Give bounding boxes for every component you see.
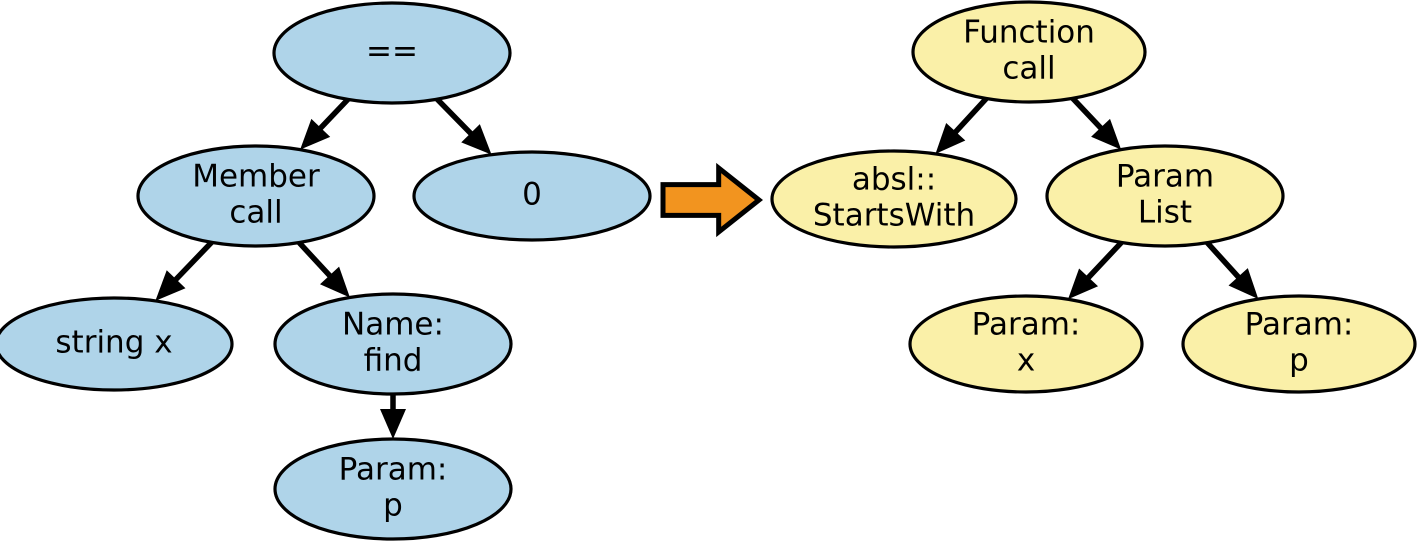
node-label-zero: 0 — [522, 177, 542, 213]
nodes-layer: ==Membercall 0string x Name:findParam:pFun… — [0, 0, 1417, 541]
transform-arrow-layer — [660, 162, 764, 238]
node-label-member: call — [229, 195, 282, 231]
node-label-namefind: find — [364, 343, 423, 379]
node-stringx[interactable]: string x — [0, 296, 234, 392]
node-label-eq: == — [366, 34, 418, 70]
node-namefind[interactable]: Name:find — [273, 292, 513, 396]
edge-line-paramlist-to-paramp2 — [1205, 240, 1243, 282]
node-label-stringx: string x — [55, 325, 172, 361]
edge-line-member-to-namefind — [297, 240, 335, 281]
node-label-paramp: p — [383, 488, 403, 524]
edge-line-member-to-stringx — [171, 240, 214, 285]
node-paramp2[interactable]: Param:p — [1181, 294, 1417, 394]
edge-line-funccall-to-paramlist — [1070, 96, 1106, 133]
diagram-canvas: ==Membercall 0string x Name:findParam:pFun… — [0, 0, 1417, 541]
node-label-paramx: Param: — [972, 307, 1081, 343]
edges-layer — [155, 96, 1259, 439]
node-label-paramp2: p — [1289, 343, 1309, 379]
transform-arrow-icon — [660, 162, 764, 238]
edge-line-eq-to-zero — [435, 97, 476, 139]
node-funccall[interactable]: Functioncall — [911, 0, 1147, 104]
node-member[interactable]: Membercall — [136, 144, 376, 248]
node-absl[interactable]: absl::StartsWith — [770, 149, 1018, 249]
node-paramx[interactable]: Param:x — [908, 294, 1144, 394]
node-label-member: Member — [192, 159, 320, 195]
node-eq[interactable]: == — [272, 1, 512, 105]
node-label-funccall: Function — [963, 15, 1095, 51]
node-paramp[interactable]: Param:p — [273, 437, 513, 541]
edge-line-paramlist-to-paramx — [1083, 240, 1124, 283]
edge-line-eq-to-member — [316, 97, 350, 133]
ast-transformation-diagram: == Member call 0 string x Name: find Param: p Fun… — [0, 0, 1420, 543]
node-label-paramlist: Param — [1116, 159, 1214, 195]
node-paramlist[interactable]: ParamList — [1045, 144, 1285, 248]
node-zero[interactable]: 0 — [412, 150, 652, 242]
node-label-namefind: Name: — [342, 307, 444, 343]
edge-arrowhead-namefind-to-paramp — [380, 409, 406, 439]
node-label-absl: StartsWith — [813, 198, 975, 234]
node-label-paramx: x — [1017, 343, 1035, 379]
node-label-paramp2: Param: — [1245, 307, 1354, 343]
node-label-paramp: Param: — [339, 452, 448, 488]
edge-line-funccall-to-absl — [951, 96, 989, 137]
node-label-absl: absl:: — [852, 162, 936, 198]
node-label-funccall: call — [1002, 51, 1055, 87]
node-label-paramlist: List — [1138, 195, 1192, 231]
